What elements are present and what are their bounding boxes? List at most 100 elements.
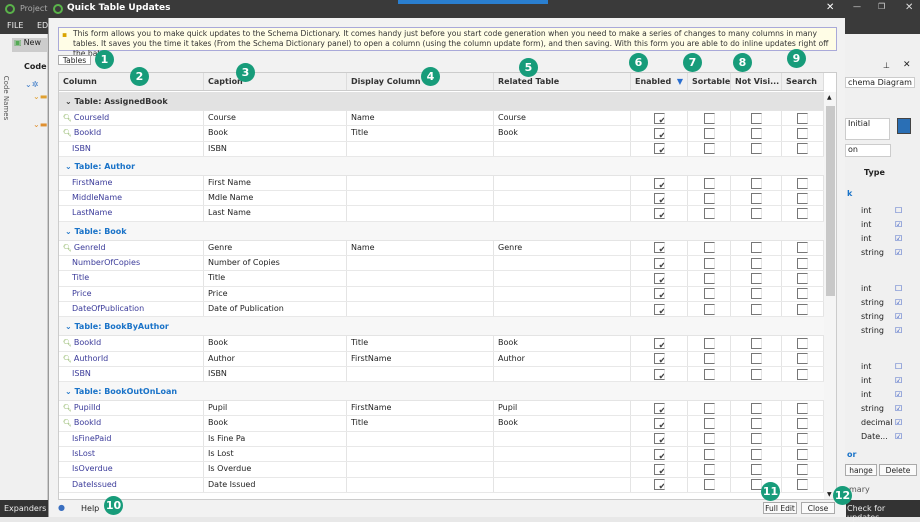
tree-folder-icon[interactable]: ⌄▬ xyxy=(33,120,47,129)
table-row[interactable]: PricePrice ✔ xyxy=(59,286,824,302)
enabled-checkbox[interactable]: ✔ xyxy=(631,351,688,366)
enabled-checkbox[interactable]: ✔ xyxy=(631,206,688,221)
related-table-cell[interactable]: Book xyxy=(494,336,631,351)
not-visible-checkbox[interactable] xyxy=(731,111,782,126)
pin-icon[interactable]: ⊥ xyxy=(883,61,890,70)
enabled-checkbox[interactable]: ✔ xyxy=(631,175,688,191)
column-name-cell[interactable]: IsOverdue xyxy=(59,462,204,477)
sortable-checkbox[interactable] xyxy=(688,240,731,256)
type-row[interactable]: string ☑ xyxy=(861,326,907,339)
search-checkbox[interactable] xyxy=(782,366,824,382)
enabled-checkbox[interactable]: ✔ xyxy=(631,126,688,141)
help-icon[interactable]: ● xyxy=(58,503,65,512)
sortable-checkbox[interactable] xyxy=(688,401,731,416)
dialog-close-icon[interactable]: ✕ xyxy=(826,2,834,13)
search-checkbox[interactable] xyxy=(782,206,824,221)
caption-cell[interactable]: Is Overdue xyxy=(204,462,347,477)
display-column-cell[interactable] xyxy=(347,447,494,462)
display-column-cell[interactable]: Title xyxy=(347,416,494,431)
table-row[interactable]: MiddleNameMdle Name ✔ xyxy=(59,191,824,207)
related-table-cell[interactable] xyxy=(494,256,631,271)
new-button[interactable]: ▣ New xyxy=(12,38,48,52)
sortable-checkbox[interactable] xyxy=(688,206,731,221)
column-name-cell[interactable]: 🔍︎ AuthorId xyxy=(59,351,204,366)
caption-cell[interactable]: Course xyxy=(204,111,347,126)
not-visible-checkbox[interactable] xyxy=(731,256,782,271)
caption-cell[interactable]: Price xyxy=(204,286,347,301)
search-checkbox[interactable] xyxy=(782,240,824,256)
column-name-cell[interactable]: Title xyxy=(59,271,204,286)
sortable-checkbox[interactable] xyxy=(688,447,731,462)
checkbox-icon[interactable]: ☑ xyxy=(895,326,902,335)
checkbox-icon[interactable]: ☐ xyxy=(895,362,902,371)
summary-tab[interactable]: mary xyxy=(849,485,870,494)
expand-chevron-icon[interactable]: ⌄ xyxy=(65,387,75,396)
enabled-checkbox[interactable]: ✔ xyxy=(631,366,688,382)
checkbox-icon[interactable]: ☑ xyxy=(895,234,902,243)
display-column-cell[interactable] xyxy=(347,271,494,286)
enabled-checkbox[interactable]: ✔ xyxy=(631,191,688,206)
table-row[interactable]: FirstNameFirst Name ✔ xyxy=(59,175,824,192)
search-checkbox[interactable] xyxy=(782,477,824,492)
related-table-cell[interactable]: Course xyxy=(494,111,631,126)
caption-cell[interactable]: Pupil xyxy=(204,401,347,416)
not-visible-checkbox[interactable] xyxy=(731,126,782,141)
display-column-cell[interactable] xyxy=(347,206,494,221)
caption-cell[interactable]: Last Name xyxy=(204,206,347,221)
column-name-cell[interactable]: 🔍︎ CourseId xyxy=(59,111,204,126)
search-checkbox[interactable] xyxy=(782,431,824,447)
related-table-cell[interactable]: Author xyxy=(494,351,631,366)
checkbox-icon[interactable]: ☑ xyxy=(895,376,902,385)
table-row[interactable]: LastNameLast Name ✔ xyxy=(59,206,824,222)
enabled-checkbox[interactable]: ✔ xyxy=(631,431,688,447)
table-group-header[interactable]: ⌄ Table: AssignedBook xyxy=(59,92,824,111)
column-name-cell[interactable]: FirstName xyxy=(59,175,204,191)
checkbox-icon[interactable]: ☑ xyxy=(895,404,902,413)
column-name-cell[interactable]: 🔍︎ PupilId xyxy=(59,401,204,416)
display-column-cell[interactable] xyxy=(347,301,494,317)
not-visible-checkbox[interactable] xyxy=(731,206,782,221)
search-checkbox[interactable] xyxy=(782,336,824,351)
scroll-down-icon[interactable]: ▼ xyxy=(827,491,832,498)
checkbox-icon[interactable]: ☐ xyxy=(895,206,902,215)
table-group-header[interactable]: ⌄ Table: Book xyxy=(59,221,824,241)
search-checkbox[interactable] xyxy=(782,141,824,156)
search-checkbox[interactable] xyxy=(782,286,824,301)
type-row[interactable]: int ☑ xyxy=(861,220,907,233)
caption-cell[interactable]: ISBN xyxy=(204,366,347,382)
sortable-checkbox[interactable] xyxy=(688,191,731,206)
related-table-cell[interactable] xyxy=(494,286,631,301)
not-visible-checkbox[interactable] xyxy=(731,301,782,317)
search-checkbox[interactable] xyxy=(782,256,824,271)
type-row[interactable]: Date... ☑ xyxy=(861,432,907,445)
table-row[interactable]: 🔍︎BookIdBookTitleBook✔ xyxy=(59,416,824,432)
header-enabled[interactable]: Enabled ▼ xyxy=(631,73,688,90)
type-row[interactable]: decimal ☑ xyxy=(861,418,907,431)
caption-cell[interactable]: Title xyxy=(204,271,347,286)
sortable-checkbox[interactable] xyxy=(688,477,731,492)
caption-cell[interactable]: Book xyxy=(204,416,347,431)
display-column-cell[interactable]: Title xyxy=(347,126,494,141)
enabled-checkbox[interactable]: ✔ xyxy=(631,477,688,492)
related-table-cell[interactable] xyxy=(494,366,631,382)
sortable-checkbox[interactable] xyxy=(688,175,731,191)
restore-icon[interactable]: ❐ xyxy=(878,2,885,11)
column-name-cell[interactable]: MiddleName xyxy=(59,191,204,206)
enabled-checkbox[interactable]: ✔ xyxy=(631,111,688,126)
display-column-cell[interactable]: Title xyxy=(347,336,494,351)
search-checkbox[interactable] xyxy=(782,111,824,126)
table-group-header[interactable]: ⌄ Table: BookByAuthor xyxy=(59,317,824,337)
expand-chevron-icon[interactable]: ⌄ xyxy=(65,227,75,236)
search-checkbox[interactable] xyxy=(782,351,824,366)
caption-cell[interactable]: Genre xyxy=(204,240,347,256)
display-column-cell[interactable] xyxy=(347,477,494,492)
minimize-icon[interactable]: — xyxy=(853,2,861,11)
caption-cell[interactable]: Date of Publication xyxy=(204,301,347,317)
type-row[interactable]: int ☑ xyxy=(861,234,907,247)
not-visible-checkbox[interactable] xyxy=(731,175,782,191)
display-column-cell[interactable] xyxy=(347,366,494,382)
column-name-cell[interactable]: 🔍︎ BookId xyxy=(59,416,204,431)
table-group-header[interactable]: ⌄ Table: Author xyxy=(59,156,824,176)
change-button[interactable]: hange xyxy=(845,464,877,476)
header-related-table[interactable]: Related Table xyxy=(494,73,631,90)
